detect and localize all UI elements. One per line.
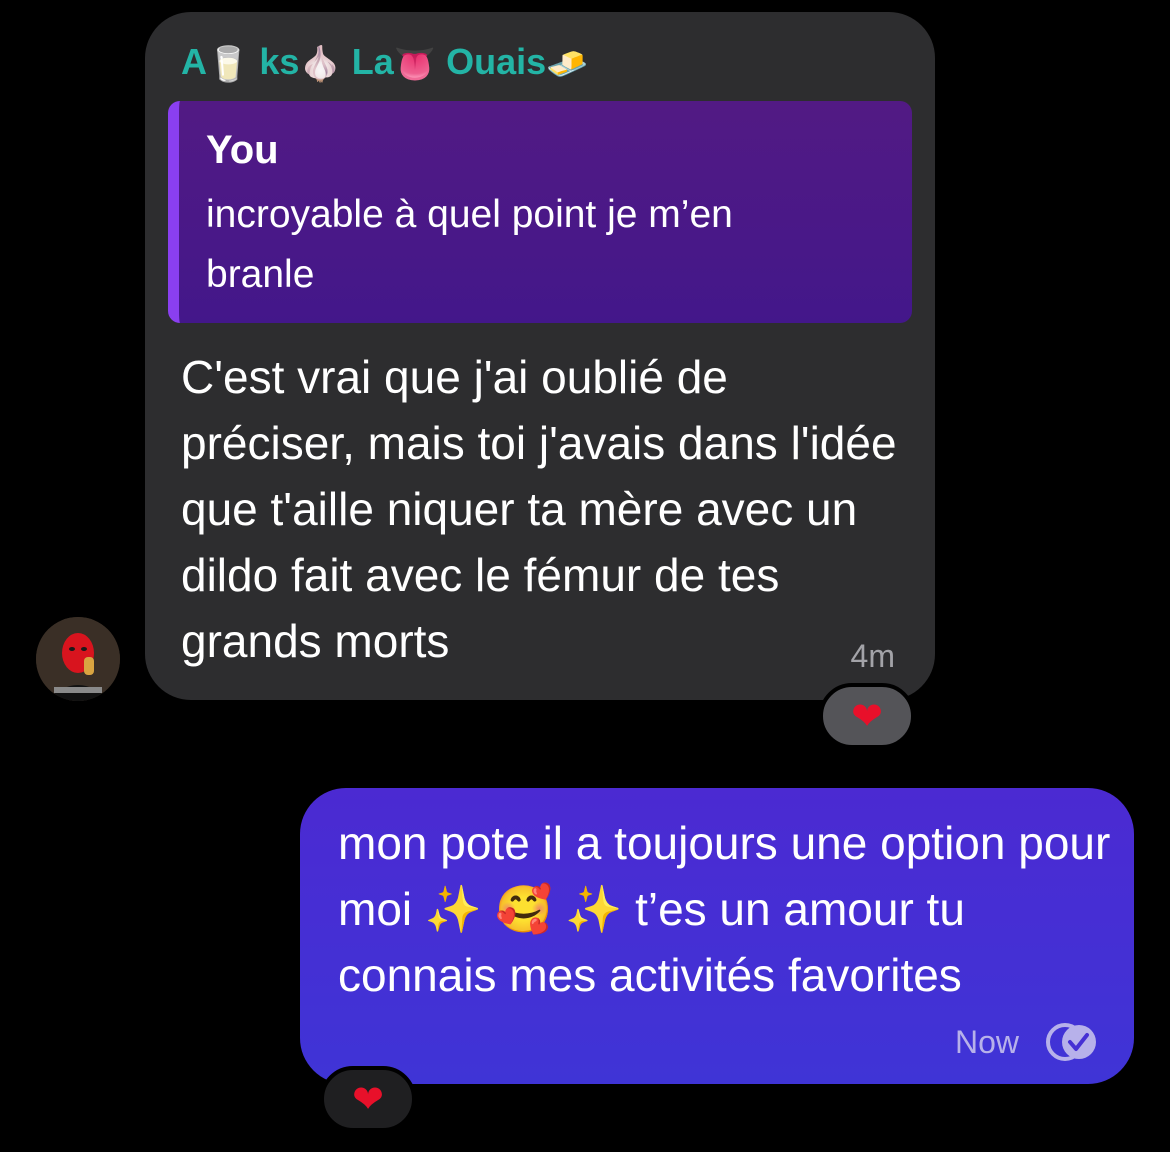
- incoming-message-time: 4m: [850, 638, 895, 674]
- outgoing-message-time: Now: [955, 1024, 1020, 1060]
- reply-text: incroyable à quel point je m’en branle: [206, 193, 733, 296]
- sender-name-part: ks: [249, 41, 300, 82]
- garlic-emoji-icon: 🧄: [299, 44, 342, 85]
- outgoing-reaction-badge[interactable]: ❤: [320, 1066, 416, 1132]
- sender-name-part: Ouais: [436, 41, 547, 82]
- heart-icon: ❤: [851, 694, 883, 738]
- reply-author: You: [206, 128, 279, 172]
- outgoing-message-text: mon pote il a toujours une option pour m…: [338, 817, 1111, 1001]
- avatar-image: [36, 617, 120, 701]
- double-check-icon: [1046, 1023, 1096, 1061]
- heart-icon: ❤: [352, 1077, 384, 1121]
- sender-name-part: La: [341, 41, 394, 82]
- butter-emoji-icon: 🧈: [546, 44, 589, 85]
- incoming-reaction-badge[interactable]: ❤: [819, 683, 915, 749]
- incoming-message-text: C'est vrai que j'ai oublié de préciser, …: [181, 351, 897, 667]
- sender-name-part: A: [181, 41, 207, 82]
- sender-name[interactable]: A🥛 ks🧄 La👅 Ouais🧈: [181, 40, 588, 86]
- outgoing-message-bubble[interactable]: mon pote il a toujours une option pour m…: [300, 788, 1134, 1084]
- milk-emoji-icon: 🥛: [207, 44, 250, 85]
- incoming-message-bubble[interactable]: A🥛 ks🧄 La👅 Ouais🧈 You incroyable à quel …: [145, 12, 935, 700]
- sender-avatar[interactable]: [36, 617, 120, 701]
- tongue-emoji-icon: 👅: [393, 44, 437, 85]
- reply-quote[interactable]: You incroyable à quel point je m’en bran…: [168, 101, 912, 323]
